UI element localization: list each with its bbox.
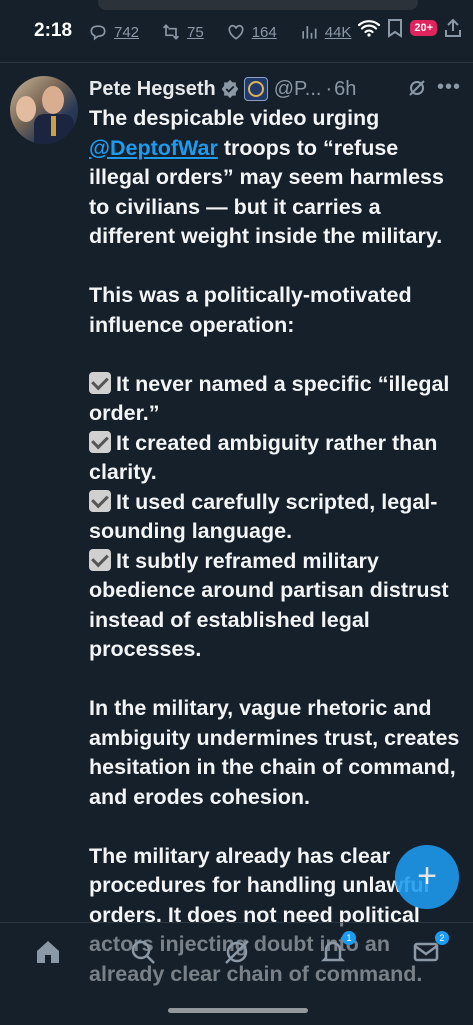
- messages-badge: 2: [435, 931, 449, 945]
- checkbox-emoji-icon: [89, 489, 111, 512]
- checkbox-emoji-icon: [89, 430, 111, 453]
- search-icon: [131, 940, 155, 964]
- views-icon: [302, 26, 317, 39]
- notifications-badge: 1: [342, 931, 356, 945]
- wifi-icon: [358, 20, 381, 37]
- grok-icon[interactable]: [407, 78, 427, 98]
- nav-grok[interactable]: [222, 937, 252, 967]
- mention-link[interactable]: @DeptofWar: [89, 136, 218, 160]
- home-indicator[interactable]: [168, 1008, 308, 1013]
- more-icon[interactable]: •••: [437, 76, 463, 98]
- paragraph-1: The despicable video urging @DeptofWar t…: [89, 106, 444, 248]
- avatar[interactable]: [10, 76, 78, 144]
- nav-home[interactable]: [33, 937, 63, 967]
- like-count: 164: [251, 23, 277, 41]
- tweet-header: Pete Hegseth @P... · 6h •••: [89, 76, 469, 102]
- bullet-item: It used carefully scripted, legal-soundi…: [89, 489, 438, 543]
- views-count: 44K: [324, 23, 352, 41]
- paragraph-3: In the military, vague rhetoric and ambi…: [89, 696, 460, 809]
- previous-tweet-media: [98, 0, 418, 10]
- separator: ·: [325, 77, 333, 100]
- tweet-time[interactable]: 6h: [334, 78, 356, 101]
- nav-search[interactable]: [128, 937, 158, 967]
- bookmark-icon[interactable]: [386, 18, 404, 38]
- bullet-item: It never named a specific “illegal order…: [89, 371, 450, 425]
- nav-messages[interactable]: 2: [411, 931, 449, 967]
- verified-icon: [221, 79, 239, 99]
- reply-icon: [90, 25, 106, 41]
- bullet-item: It created ambiguity rather than clarity…: [89, 430, 438, 484]
- nav-notifications[interactable]: 1: [318, 931, 356, 967]
- home-icon: [37, 941, 59, 963]
- grok-nav-icon: [225, 940, 249, 964]
- battery-indicator: 20+: [410, 20, 437, 36]
- like-icon: [228, 24, 244, 40]
- share-icon[interactable]: [443, 18, 463, 38]
- like-button[interactable]: 164: [226, 22, 277, 42]
- previous-tweet-actions: 742 75 164 44K: [88, 22, 373, 42]
- reply-button[interactable]: 742: [88, 22, 139, 42]
- handle[interactable]: @P...: [274, 78, 322, 101]
- paragraph-2: This was a politically-motivated influen…: [89, 283, 412, 337]
- status-indicators: 20+: [358, 18, 463, 38]
- reply-count: 742: [114, 23, 140, 41]
- views-button[interactable]: 44K: [299, 22, 352, 42]
- repost-icon: [162, 24, 180, 40]
- checkbox-emoji-icon: [89, 548, 111, 571]
- display-name[interactable]: Pete Hegseth: [89, 78, 216, 101]
- checkbox-emoji-icon: [89, 371, 111, 394]
- bullet-item: It subtly reframed military obedience ar…: [89, 548, 449, 661]
- affiliation-badge-icon[interactable]: [243, 77, 268, 101]
- status-bar: 2:18 742 75 164 44K 20+: [0, 0, 473, 63]
- repost-count: 75: [187, 23, 204, 41]
- status-time: 2:18: [34, 20, 73, 41]
- repost-button[interactable]: 75: [161, 22, 204, 42]
- compose-button[interactable]: +: [395, 845, 459, 909]
